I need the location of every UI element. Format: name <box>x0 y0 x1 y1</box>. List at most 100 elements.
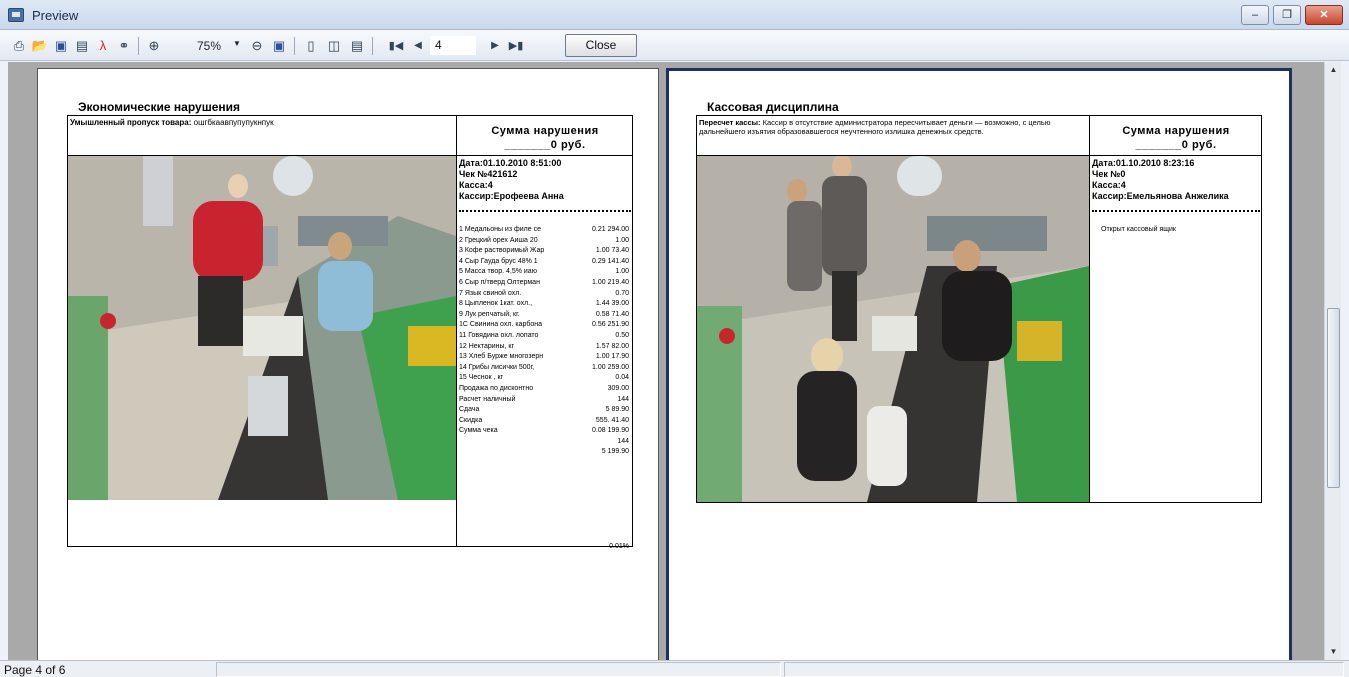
prev-page-icon[interactable]: ◀ <box>409 37 427 55</box>
receipt-line: 8 Цыпленок 1кат. охл., 1.44 39.00 <box>459 299 629 310</box>
scroll-down-icon[interactable]: ▼ <box>1325 644 1342 660</box>
receipt-check-number: Чек №0 <box>1092 169 1126 179</box>
receipt-event: Открыт кассовый ящик <box>1101 226 1176 233</box>
receipt-line: Скидка 555. 41.40 <box>459 416 629 427</box>
receipt-line: Сдача 5 89.90 <box>459 405 629 416</box>
receipt-item-amount: 1.00 73.40 <box>595 247 629 255</box>
save-icon[interactable]: ▣ <box>52 37 70 55</box>
receipt-check-number: Чек №421612 <box>459 169 518 179</box>
status-bar: Page 4 of 6 <box>0 660 1349 677</box>
print-icon[interactable]: ⎙ <box>10 37 28 55</box>
receipt-line: 4 Сыр Гауда брус 48% 1 0.29 141.40 <box>459 257 629 268</box>
receipt-lines: 1 Медальоны из филе се 0.21 294.00 2 Грецк… <box>459 225 629 458</box>
open-icon[interactable]: 📂 <box>31 37 49 55</box>
receipt-item-amount: 1.57 82.00 <box>595 342 629 350</box>
receipt-item-name: Сдача <box>459 406 480 414</box>
receipt-item-amount: 0.21 294.00 <box>592 226 629 233</box>
receipt-item-amount: 0.04 <box>615 374 629 382</box>
toolbar-separator <box>372 37 373 55</box>
pdf-export-icon[interactable]: λ <box>94 37 112 55</box>
receipt-item-name: 11 Говядина охл. лопато <box>459 331 539 339</box>
violation-text: ошгбкаавпупупукнпук <box>193 118 274 127</box>
receipt-item-name: 6 Сыр п/тверд Олтерман <box>459 278 540 286</box>
receipt-item-amount: 1.00 <box>615 236 629 244</box>
receipt-line: 5 Масса твор. 4,5% иаю 1.00 <box>459 267 629 278</box>
sum-label: Сумма нарушения <box>1122 125 1230 137</box>
receipt-item-amount: 0.29 141.40 <box>592 257 629 265</box>
receipt-item-name: Продажа по дисконтно <box>459 384 534 392</box>
receipt-meta: Дата:01.10.2010 8:23:16 Чек №0 Касса:4 К… <box>1092 158 1262 202</box>
zoom-dropdown-icon[interactable]: ▼ <box>233 39 241 48</box>
receipt-line: 11 Говядина охл. лопато 0.50 <box>459 331 629 342</box>
receipt-item-name: 3 Кофе растворимый Жар <box>459 247 545 255</box>
page-status: Page 4 of 6 <box>4 663 66 677</box>
receipt-separator <box>1092 210 1260 212</box>
vertical-scrollbar[interactable]: ▲ ▼ <box>1324 62 1341 660</box>
receipt-line: 15 Чеснок , кг 0.04 <box>459 373 629 384</box>
receipt-item-amount: 1.00 17.90 <box>595 353 629 361</box>
window-title: Preview <box>32 8 79 23</box>
receipt-item-name: 1С Свинина охл. карбона <box>459 321 543 329</box>
receipt-item-name: 13 Хлеб Бурже многозерн <box>459 353 544 361</box>
receipt-item-amount: 1.00 259.00 <box>592 363 629 371</box>
last-page-icon[interactable]: ▶▮ <box>507 37 525 55</box>
receipt-item-name: Расчет наличный <box>459 395 516 403</box>
app-icon <box>8 8 24 22</box>
section-title: Экономические нарушения <box>78 100 241 114</box>
book-view-icon[interactable]: ▤ <box>348 37 366 55</box>
zoom-in-icon[interactable]: ⊕ <box>145 37 163 55</box>
receipt-item-name: 12 Нектарины, кг <box>459 342 515 350</box>
toolbar-separator <box>138 37 139 55</box>
minimize-button[interactable]: – <box>1241 5 1269 25</box>
receipt-item-amount: 555. 41.40 <box>595 416 629 424</box>
receipt-cashier: Кассир:Емельянова Анжелика <box>1092 191 1229 201</box>
divider <box>456 115 457 547</box>
receipt-line: 9 Лук репчатый, кг. 0.58 71.40 <box>459 310 629 321</box>
receipt-register: Касса:4 <box>1092 180 1126 190</box>
receipt-meta: Дата:01.10.2010 8:51:00 Чек №421612 Касс… <box>459 158 631 202</box>
fit-page-icon[interactable]: ▣ <box>270 37 288 55</box>
page-setup-icon[interactable]: ▤ <box>73 37 91 55</box>
cctv-snapshot <box>697 156 1089 502</box>
receipt-item-name: 8 Цыпленок 1кат. охл., <box>459 300 533 308</box>
page-number-input[interactable]: 4 <box>430 36 476 55</box>
receipt-item-name: 15 Чеснок , кг <box>459 374 504 382</box>
close-button[interactable]: Close <box>565 34 637 57</box>
receipt-item-name: 7 Язык свиной охл. <box>459 289 522 297</box>
violation-type-label: Умышленный пропуск товара: <box>70 118 192 127</box>
receipt-percent: 0.01% <box>609 543 629 550</box>
receipt-item-name: Сумма чека <box>459 427 498 435</box>
divider <box>1089 115 1090 503</box>
find-icon[interactable]: ⚭ <box>115 37 133 55</box>
cctv-snapshot <box>68 156 456 500</box>
receipt-item-amount: 0.70 <box>615 289 629 297</box>
receipt-line: Продажа по дисконтно 309.00 <box>459 384 629 395</box>
scroll-up-icon[interactable]: ▲ <box>1325 62 1342 78</box>
receipt-item-amount: 0.08 199.90 <box>592 427 629 435</box>
first-page-icon[interactable]: ▮◀ <box>387 37 405 55</box>
receipt-item-name: 2 Грецкий орех Аиша 20 <box>459 236 538 244</box>
receipt-line: 12 Нектарины, кг 1.57 82.00 <box>459 342 629 353</box>
receipt-separator <box>459 210 631 212</box>
receipt-register: Касса:4 <box>459 180 493 190</box>
two-pages-icon[interactable]: ◫ <box>325 37 343 55</box>
sum-header: Сумма нарушения _______0 руб. <box>458 124 632 152</box>
receipt-line: Сумма чека 0.08 199.90 <box>459 426 629 437</box>
zoom-out-icon[interactable]: ⊖ <box>248 37 266 55</box>
sum-header: Сумма нарушения _______0 руб. <box>1091 124 1261 152</box>
single-page-icon[interactable]: ▯ <box>302 37 320 55</box>
receipt-item-name: Скидка <box>459 416 483 424</box>
receipt-line: 3 Кофе растворимый Жар 1.00 73.40 <box>459 246 629 257</box>
report-page-active: Кассовая дисциплина Пересчет кассы: Касс… <box>666 68 1292 660</box>
status-panel <box>784 662 1344 677</box>
receipt-item-amount: 309.00 <box>607 384 629 392</box>
zoom-select[interactable]: 75% <box>197 39 221 53</box>
receipt-item-amount: 144 <box>617 437 629 445</box>
receipt-cashier: Кассир:Ерофеева Анна <box>459 191 564 201</box>
scrollbar-thumb[interactable] <box>1327 308 1340 488</box>
maximize-button[interactable]: ❐ <box>1273 5 1301 25</box>
document-viewport[interactable]: Экономические нарушения Умышленный пропу… <box>8 62 1324 660</box>
receipt-item-name: 4 Сыр Гауда брус 48% 1 <box>459 257 538 265</box>
next-page-icon[interactable]: ▶ <box>486 37 504 55</box>
close-window-button[interactable]: ✕ <box>1305 5 1343 25</box>
